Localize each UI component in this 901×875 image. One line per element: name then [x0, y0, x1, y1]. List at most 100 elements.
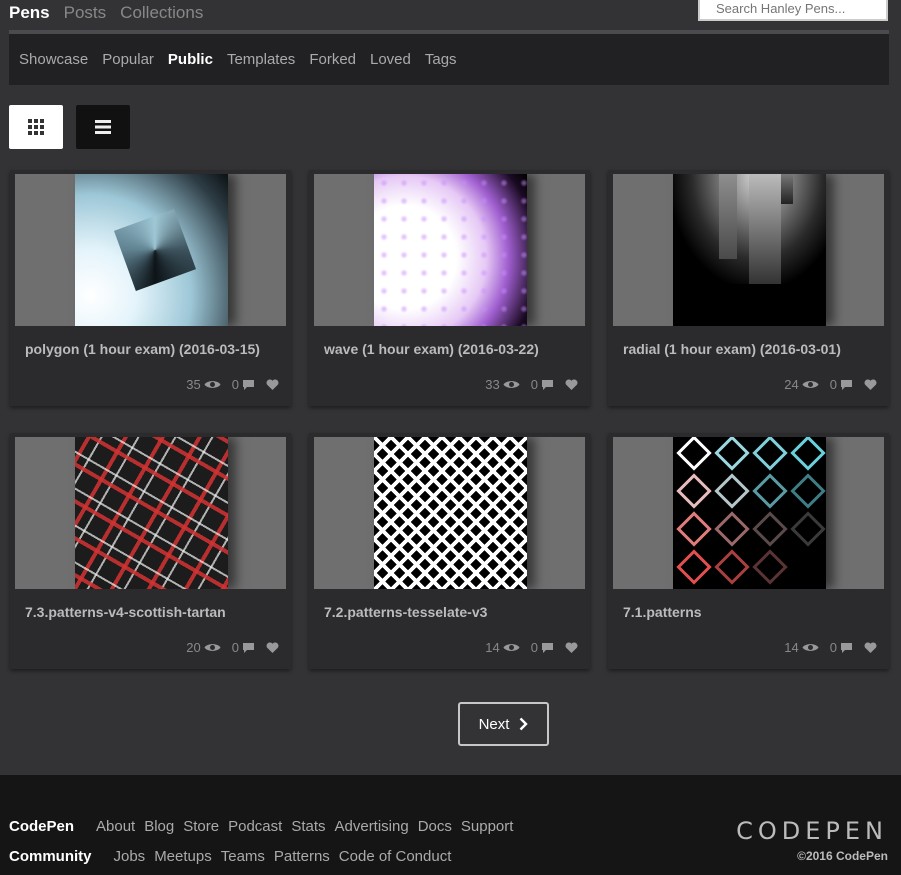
eye-icon: [204, 642, 221, 653]
comment-icon[interactable]: [242, 379, 255, 391]
list-view-button[interactable]: [76, 105, 130, 149]
pen-stats: 35 0: [186, 377, 279, 392]
grid-view-button[interactable]: [9, 105, 63, 149]
subnav-showcase[interactable]: Showcase: [19, 51, 88, 68]
grid-icon: [28, 119, 44, 135]
subnav-public[interactable]: Public: [168, 51, 213, 68]
next-button[interactable]: Next: [458, 702, 549, 746]
pen-card[interactable]: polygon (1 hour exam) (2016-03-15) 35 0: [10, 170, 291, 406]
pen-card[interactable]: 7.2.patterns-tesselate-v3 14 0: [309, 433, 590, 669]
eye-icon: [802, 379, 819, 390]
footer: CodePen About Blog Store Podcast Stats A…: [0, 775, 901, 875]
subnav-forked[interactable]: Forked: [309, 51, 356, 68]
heart-icon[interactable]: [864, 641, 877, 654]
pen-title[interactable]: 7.3.patterns-v4-scottish-tartan: [25, 604, 226, 620]
comments-count: 0: [530, 377, 538, 392]
footer-link-teams[interactable]: Teams: [221, 848, 265, 865]
pen-preview-image: [673, 174, 826, 326]
footer-link-blog[interactable]: Blog: [144, 818, 174, 835]
footer-link-jobs[interactable]: Jobs: [114, 848, 146, 865]
heart-icon[interactable]: [266, 641, 279, 654]
pen-title[interactable]: polygon (1 hour exam) (2016-03-15): [25, 341, 260, 357]
pen-card[interactable]: radial (1 hour exam) (2016-03-01) 24 0: [608, 170, 889, 406]
views-count: 33: [485, 377, 500, 392]
pen-preview[interactable]: [613, 437, 884, 589]
heart-icon[interactable]: [565, 641, 578, 654]
comment-icon[interactable]: [541, 642, 554, 654]
subnav-popular[interactable]: Popular: [102, 51, 154, 68]
sub-nav: Showcase Popular Public Templates Forked…: [9, 34, 889, 85]
footer-link-docs[interactable]: Docs: [418, 818, 452, 835]
footer-link-advertising[interactable]: Advertising: [335, 818, 409, 835]
comments-count: 0: [530, 640, 538, 655]
pen-card[interactable]: wave (1 hour exam) (2016-03-22) 33 0: [309, 170, 590, 406]
tab-posts[interactable]: Posts: [64, 3, 107, 23]
footer-codepen-row: CodePen About Blog Store Podcast Stats A…: [9, 818, 522, 835]
pen-preview[interactable]: [314, 437, 585, 589]
pen-preview-image: [374, 437, 527, 589]
list-icon: [95, 120, 111, 134]
views-count: 14: [784, 640, 799, 655]
pen-stats: 20 0: [186, 640, 279, 655]
footer-link-store[interactable]: Store: [183, 818, 219, 835]
comments-count: 0: [231, 640, 239, 655]
comment-icon[interactable]: [541, 379, 554, 391]
footer-link-stats[interactable]: Stats: [291, 818, 325, 835]
codepen-logo[interactable]: CODEPEN: [736, 817, 888, 845]
footer-link-support[interactable]: Support: [461, 818, 514, 835]
pen-preview-image: [75, 174, 228, 326]
pen-preview[interactable]: [613, 174, 884, 326]
pen-title[interactable]: 7.2.patterns-tesselate-v3: [324, 604, 487, 620]
logo-text: CODEPEN: [736, 817, 888, 845]
views-count: 20: [186, 640, 201, 655]
comment-icon[interactable]: [242, 642, 255, 654]
heart-icon[interactable]: [565, 378, 578, 391]
pen-preview[interactable]: [15, 174, 286, 326]
pen-preview[interactable]: [314, 174, 585, 326]
footer-link-code-of-conduct[interactable]: Code of Conduct: [339, 848, 452, 865]
pen-card[interactable]: 7.1.patterns 14 0: [608, 433, 889, 669]
views-count: 35: [186, 377, 201, 392]
tab-collections[interactable]: Collections: [120, 3, 203, 23]
pen-stats: 24 0: [784, 377, 877, 392]
footer-heading-community[interactable]: Community: [9, 848, 92, 865]
footer-link-podcast[interactable]: Podcast: [228, 818, 282, 835]
copyright: ©2016 CodePen: [797, 849, 888, 863]
search-input[interactable]: [698, 0, 888, 21]
pen-title[interactable]: 7.1.patterns: [623, 604, 702, 620]
subnav-templates[interactable]: Templates: [227, 51, 295, 68]
top-tabs: Pens Posts Collections: [9, 3, 217, 23]
next-button-label: Next: [478, 715, 510, 733]
pen-title[interactable]: wave (1 hour exam) (2016-03-22): [324, 341, 539, 357]
eye-icon: [802, 642, 819, 653]
eye-icon: [503, 642, 520, 653]
views-count: 14: [485, 640, 500, 655]
subnav-loved[interactable]: Loved: [370, 51, 411, 68]
footer-heading-codepen[interactable]: CodePen: [9, 818, 74, 835]
pen-stats: 14 0: [784, 640, 877, 655]
footer-link-patterns[interactable]: Patterns: [274, 848, 330, 865]
eye-icon: [204, 379, 221, 390]
pen-preview-image: [374, 174, 527, 326]
comments-count: 0: [829, 640, 837, 655]
pen-title[interactable]: radial (1 hour exam) (2016-03-01): [623, 341, 841, 357]
tab-pens[interactable]: Pens: [9, 3, 50, 23]
footer-community-row: Community Jobs Meetups Teams Patterns Co…: [9, 848, 460, 865]
heart-icon[interactable]: [266, 378, 279, 391]
pen-stats: 33 0: [485, 377, 578, 392]
footer-link-meetups[interactable]: Meetups: [154, 848, 212, 865]
comments-count: 0: [231, 377, 239, 392]
pen-card[interactable]: 7.3.patterns-v4-scottish-tartan 20 0: [10, 433, 291, 669]
comment-icon[interactable]: [840, 379, 853, 391]
heart-icon[interactable]: [864, 378, 877, 391]
comments-count: 0: [829, 377, 837, 392]
views-count: 24: [784, 377, 799, 392]
pen-preview[interactable]: [15, 437, 286, 589]
comment-icon[interactable]: [840, 642, 853, 654]
eye-icon: [503, 379, 520, 390]
pen-preview-image: [75, 437, 228, 589]
chevron-right-icon: [520, 717, 529, 731]
subnav-tags[interactable]: Tags: [425, 51, 457, 68]
pen-preview-image: [673, 437, 826, 589]
footer-link-about[interactable]: About: [96, 818, 135, 835]
